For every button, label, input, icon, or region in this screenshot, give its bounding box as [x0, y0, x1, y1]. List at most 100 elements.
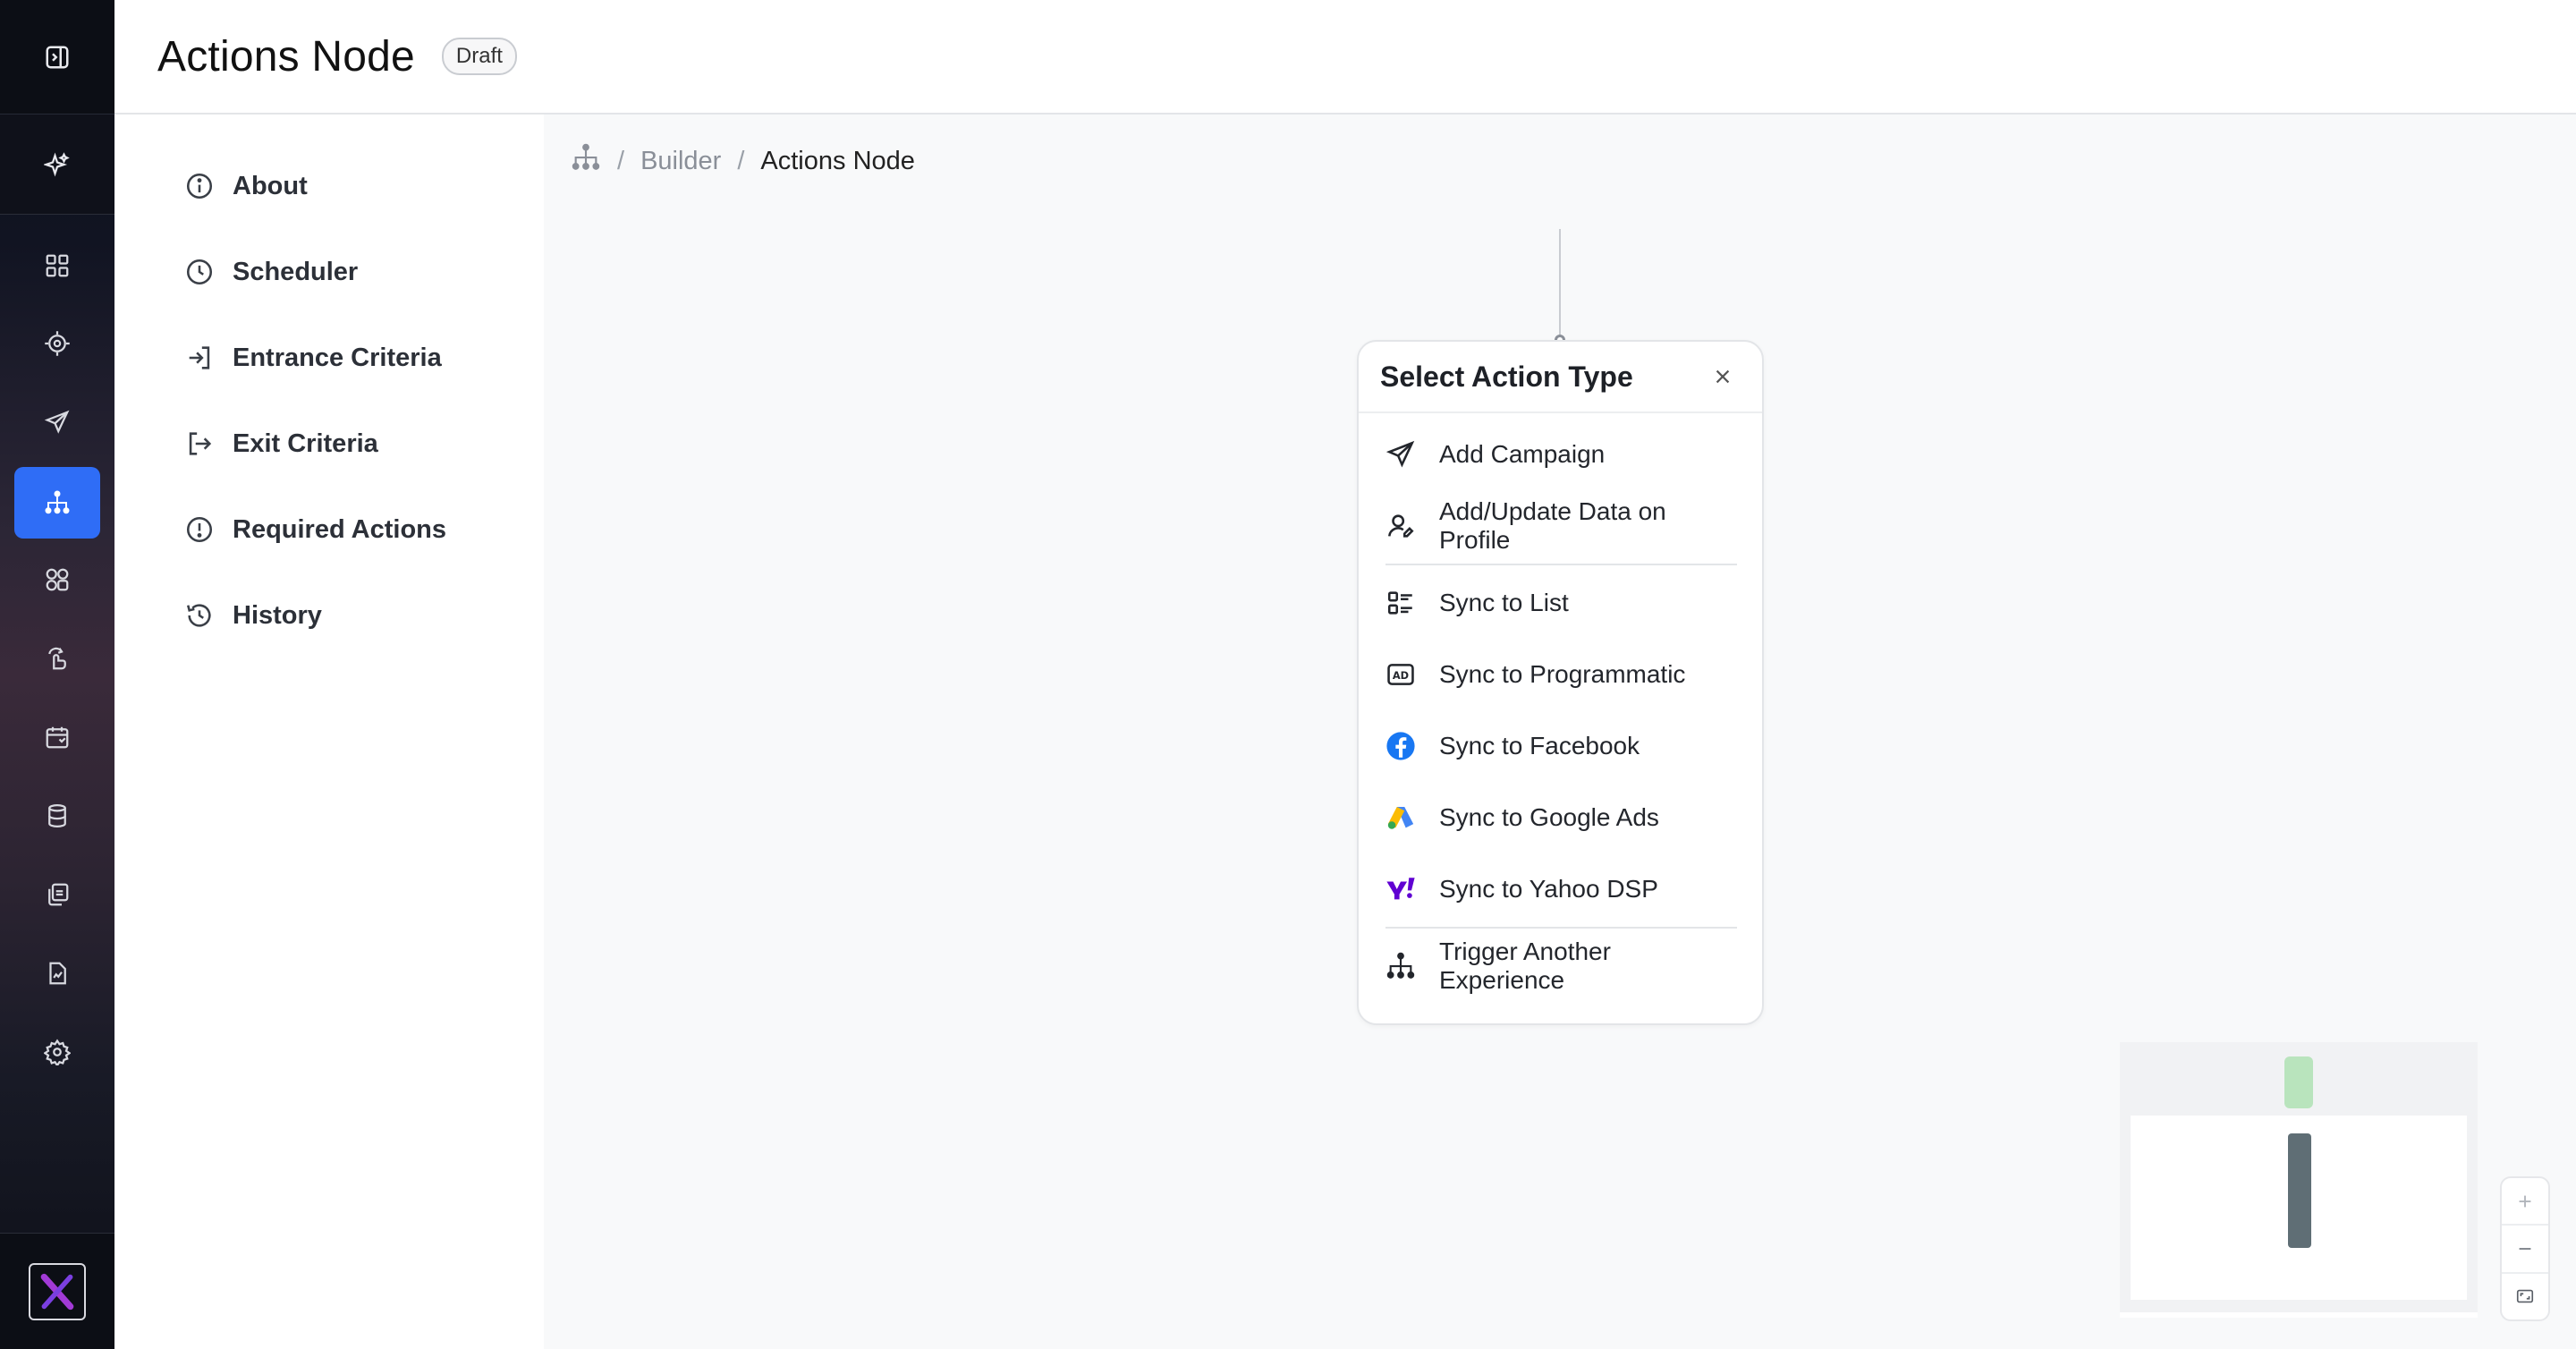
send-icon: [1385, 440, 1415, 468]
divider: [1385, 564, 1737, 565]
subnav-item-label: Exit Criteria: [233, 428, 378, 458]
ad-icon: AD: [1387, 664, 1414, 685]
action-label: Sync to Yahoo DSP: [1439, 875, 1658, 903]
nav-data[interactable]: [14, 780, 100, 852]
subnav-item-required-actions[interactable]: Required Actions: [114, 487, 544, 573]
breadcrumb: / Builder / Actions Node: [571, 143, 915, 179]
nav-campaigns[interactable]: [14, 386, 100, 458]
minimap-node-action: [2288, 1133, 2311, 1248]
action-label: Sync to List: [1439, 589, 1569, 616]
svg-text:AD: AD: [1393, 669, 1409, 682]
minimap-node-entry: [2284, 1056, 2313, 1108]
select-action-type-panel: Select Action Type Add Campaign Add/Upda…: [1357, 340, 1764, 1025]
action-sync-yahoo-dsp[interactable]: Sync to Yahoo DSP: [1385, 853, 1737, 925]
node-settings-nav: About Scheduler Entrance Criteria Exit C…: [114, 115, 544, 1349]
yahoo-icon: [1386, 878, 1415, 900]
subnav-item-exit-criteria[interactable]: Exit Criteria: [114, 401, 544, 487]
nav-calendar[interactable]: [14, 701, 100, 773]
database-icon: [48, 804, 66, 827]
sign-in-icon: [189, 346, 210, 369]
action-label: Sync to Google Ads: [1439, 803, 1659, 831]
action-label: Trigger Another Experience: [1439, 938, 1611, 994]
nav-dashboard[interactable]: [14, 230, 100, 301]
action-sync-programmatic[interactable]: AD Sync to Programmatic: [1385, 639, 1737, 710]
sidebar-toggle-icon: [46, 46, 69, 68]
subnav-item-label: Entrance Criteria: [233, 343, 442, 372]
divider: [1385, 927, 1737, 929]
list-icon: [1387, 591, 1412, 615]
nav-journeys[interactable]: [14, 467, 100, 539]
action-add-campaign[interactable]: Add Campaign: [1385, 419, 1737, 490]
target-icon: [45, 331, 70, 356]
nav-interactions[interactable]: [14, 623, 100, 694]
flow-connector-line: [1559, 229, 1561, 338]
nav-assets[interactable]: [14, 859, 100, 930]
minus-icon: [2519, 1248, 2531, 1250]
zoom-controls: [2500, 1176, 2550, 1321]
breadcrumb-separator: /: [737, 146, 745, 175]
zoom-in-button[interactable]: [2502, 1178, 2548, 1226]
close-button[interactable]: [1705, 359, 1741, 395]
nav-targeting[interactable]: [14, 308, 100, 379]
nav-settings[interactable]: [14, 1016, 100, 1088]
journey-tree-icon: [572, 143, 600, 170]
collapse-sidebar-button[interactable]: [0, 0, 114, 115]
nav-reports[interactable]: [14, 938, 100, 1009]
page-header: Actions Node Draft: [114, 0, 2576, 115]
action-sync-google-ads[interactable]: Sync to Google Ads: [1385, 782, 1737, 853]
dashboard-grid-icon: [46, 254, 69, 277]
subnav-item-entrance-criteria[interactable]: Entrance Criteria: [114, 315, 544, 401]
nav-segments[interactable]: [14, 544, 100, 615]
report-icon: [49, 962, 66, 985]
action-type-list: Add Campaign Add/Update Data on Profile …: [1359, 413, 1762, 1002]
calendar-icon: [46, 726, 69, 749]
panel-header: Select Action Type: [1359, 342, 1762, 413]
brand-area: [0, 1233, 114, 1349]
send-icon: [44, 410, 70, 434]
settings-gear-icon: [44, 1039, 71, 1065]
subnav-item-label: History: [233, 600, 322, 630]
fit-view-icon: [2516, 1290, 2534, 1303]
ai-assistant-button[interactable]: [0, 115, 114, 215]
panel-title: Select Action Type: [1380, 360, 1633, 393]
breadcrumb-home[interactable]: [571, 142, 601, 180]
facebook-icon: [1386, 732, 1415, 760]
zoom-out-button[interactable]: [2502, 1226, 2548, 1274]
action-label: Add Campaign: [1439, 440, 1606, 468]
fit-view-button[interactable]: [2502, 1274, 2548, 1319]
breadcrumb-builder[interactable]: Builder: [640, 147, 721, 176]
subnav-item-label: Scheduler: [233, 257, 359, 286]
google-ads-icon: [1387, 806, 1414, 829]
info-icon: [186, 173, 213, 199]
brand-x-icon: [40, 1273, 74, 1310]
page-title: Actions Node: [157, 32, 415, 81]
sparkle-icon: [44, 151, 70, 177]
action-sync-list[interactable]: Sync to List: [1385, 567, 1737, 639]
canvas-minimap[interactable]: [2120, 1042, 2478, 1318]
app-rail: [0, 0, 114, 1349]
close-icon: [1716, 369, 1730, 384]
brand-logo[interactable]: [29, 1262, 86, 1320]
subnav-item-label: Required Actions: [233, 514, 447, 544]
user-edit-icon: [1387, 514, 1414, 538]
journey-tree-icon: [1386, 952, 1415, 979]
breadcrumb-current: Actions Node: [760, 146, 915, 175]
segments-icon: [46, 568, 69, 591]
journey-tree-icon: [45, 490, 70, 514]
action-update-profile[interactable]: Add/Update Data on Profile: [1385, 490, 1737, 562]
subnav-item-scheduler[interactable]: Scheduler: [114, 229, 544, 315]
subnav-item-about[interactable]: About: [114, 143, 544, 229]
history-icon: [187, 604, 211, 627]
status-badge: Draft: [441, 38, 517, 75]
breadcrumb-separator: /: [617, 146, 625, 175]
sign-out-icon: [189, 432, 212, 455]
subnav-item-label: About: [233, 171, 308, 200]
subnav-item-history[interactable]: History: [114, 573, 544, 658]
clock-icon: [186, 259, 213, 285]
action-sync-facebook[interactable]: Sync to Facebook: [1385, 710, 1737, 782]
action-label: Add/Update Data on Profile: [1439, 497, 1666, 554]
action-trigger-experience[interactable]: Trigger Another Experience: [1385, 930, 1737, 1002]
alert-circle-icon: [186, 516, 213, 543]
action-label: Sync to Facebook: [1439, 732, 1640, 759]
action-label: Sync to Programmatic: [1439, 660, 1686, 688]
